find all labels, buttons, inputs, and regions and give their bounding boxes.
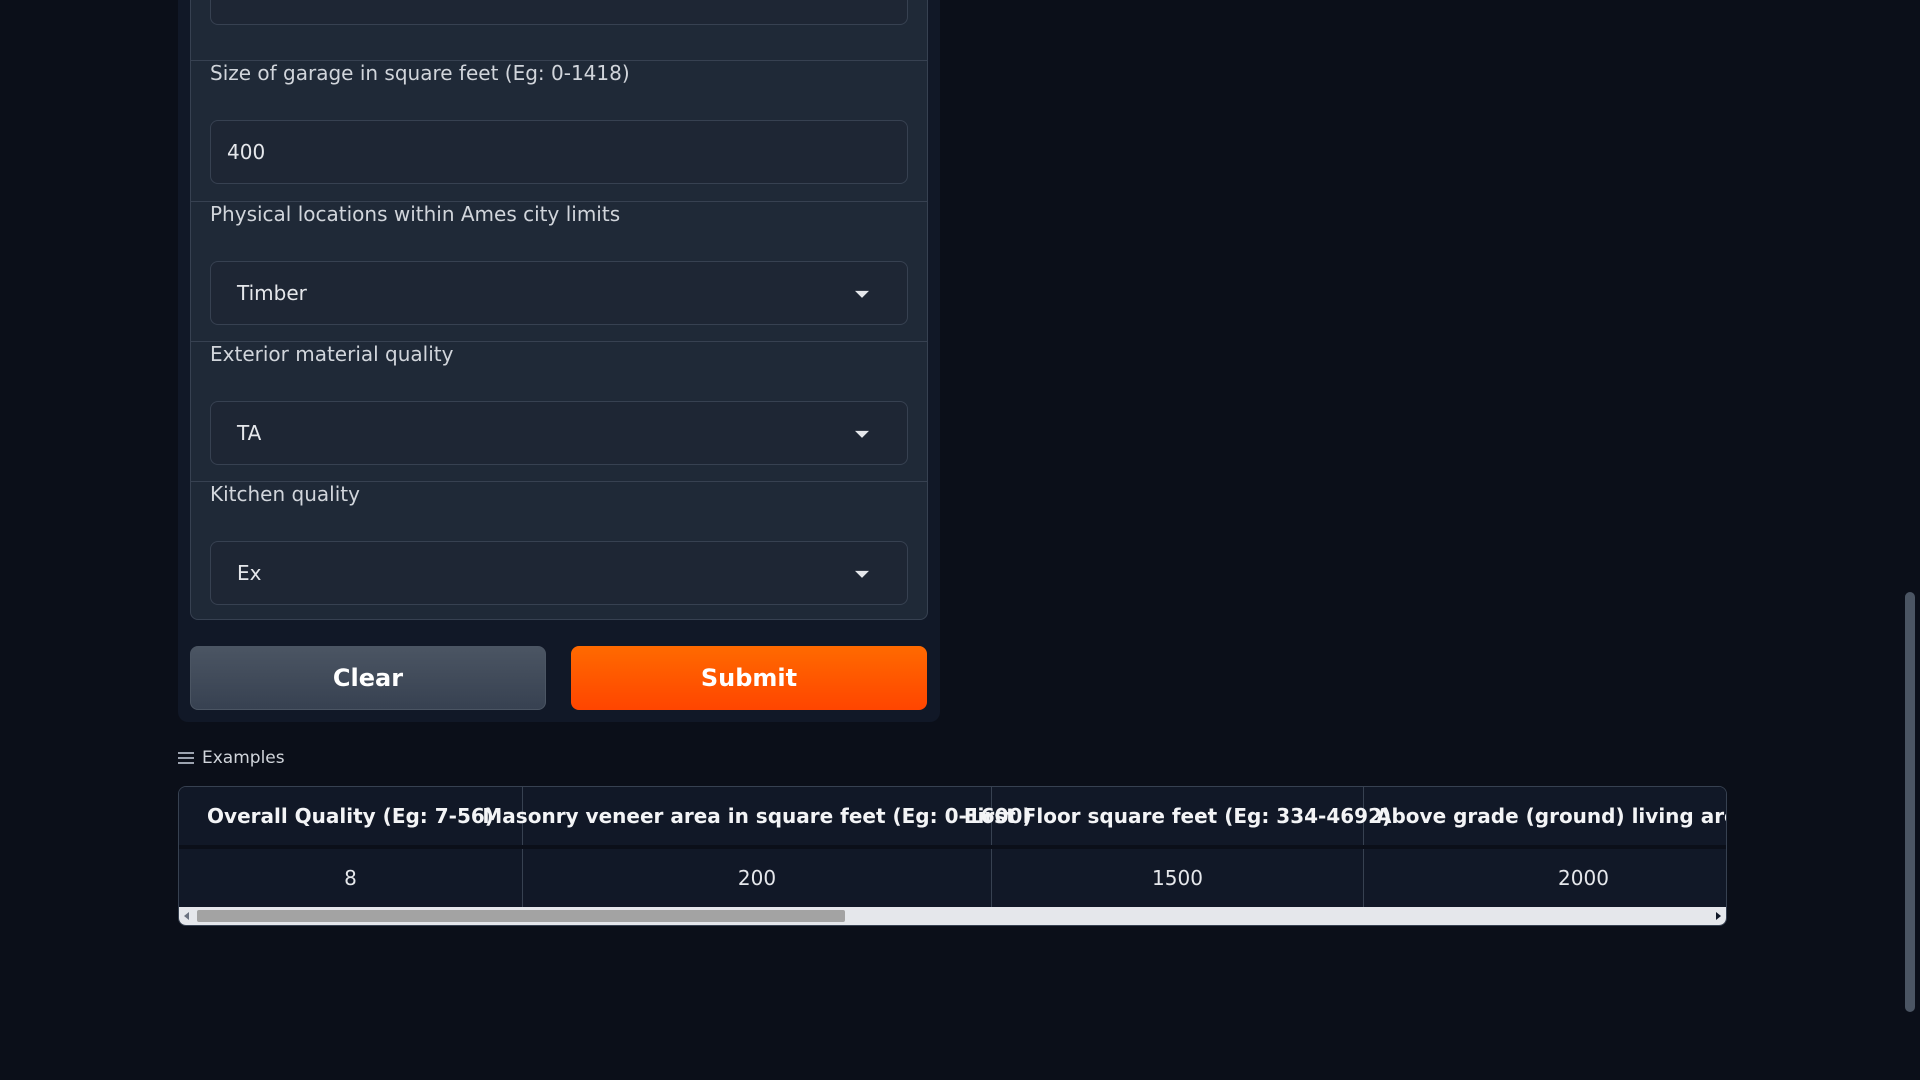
chevron-down-icon (855, 570, 869, 578)
table-cell[interactable]: 1500 (992, 849, 1364, 907)
example-row[interactable]: 8 200 1500 2000 (179, 849, 1726, 907)
field-garage-size: Size of garage in square feet (Eg: 0-141… (191, 61, 927, 202)
field-kitchen-quality: Kitchen quality Ex (191, 482, 927, 619)
garage-size-label: Size of garage in square feet (Eg: 0-141… (210, 61, 630, 85)
clear-button[interactable]: Clear (190, 646, 546, 710)
number-input-previous[interactable]: 4 (210, 0, 908, 25)
garage-size-input[interactable]: 400 (210, 120, 908, 184)
horizontal-scrollbar-thumb[interactable] (197, 910, 845, 922)
column-header: Overall Quality (Eg: 7-56) (179, 787, 523, 845)
column-header: First Floor square feet (Eg: 334-4692) (964, 787, 1391, 845)
chevron-down-icon (855, 430, 869, 438)
kitchen-quality-selected-value: Ex (237, 561, 262, 585)
list-icon (178, 751, 194, 765)
horizontal-scrollbar[interactable] (179, 907, 1726, 925)
column-header: Masonry veneer area in square feet (Eg: … (482, 787, 1032, 845)
table-cell[interactable]: 2000 (1364, 849, 1726, 907)
table-cell[interactable]: 8 (179, 849, 523, 907)
examples-header-row: Overall Quality (Eg: 7-56) Masonry venee… (179, 787, 1726, 845)
submit-button[interactable]: Submit (571, 646, 927, 710)
field-exterior-quality: Exterior material quality TA (191, 342, 927, 482)
scroll-left-icon[interactable] (184, 912, 189, 920)
field-previous: 4 (191, 0, 927, 61)
input-fields-block: 4 Size of garage in square feet (Eg: 0-1… (190, 0, 928, 620)
garage-size-value: 400 (227, 140, 266, 164)
kitchen-quality-label: Kitchen quality (210, 482, 360, 506)
column-header: Above grade (ground) living area squa (1364, 787, 1726, 845)
exterior-quality-selected-value: TA (237, 421, 262, 445)
neighborhood-label: Physical locations within Ames city limi… (210, 202, 621, 226)
examples-table: Overall Quality (Eg: 7-56) Masonry venee… (178, 786, 1727, 926)
examples-header: Examples (178, 748, 285, 768)
exterior-quality-dropdown[interactable]: TA (210, 401, 908, 465)
chevron-down-icon (855, 290, 869, 298)
scroll-right-icon[interactable] (1716, 912, 1721, 920)
neighborhood-dropdown[interactable]: Timber (210, 261, 908, 325)
examples-title: Examples (202, 748, 285, 768)
neighborhood-selected-value: Timber (237, 281, 307, 305)
number-input-value: 4 (227, 0, 240, 5)
vertical-scrollbar-thumb[interactable] (1905, 592, 1915, 1012)
table-cell[interactable]: 200 (523, 849, 992, 907)
field-neighborhood: Physical locations within Ames city limi… (191, 202, 927, 342)
kitchen-quality-dropdown[interactable]: Ex (210, 541, 908, 605)
vertical-scrollbar[interactable] (1900, 0, 1920, 1080)
exterior-quality-label: Exterior material quality (210, 342, 454, 366)
